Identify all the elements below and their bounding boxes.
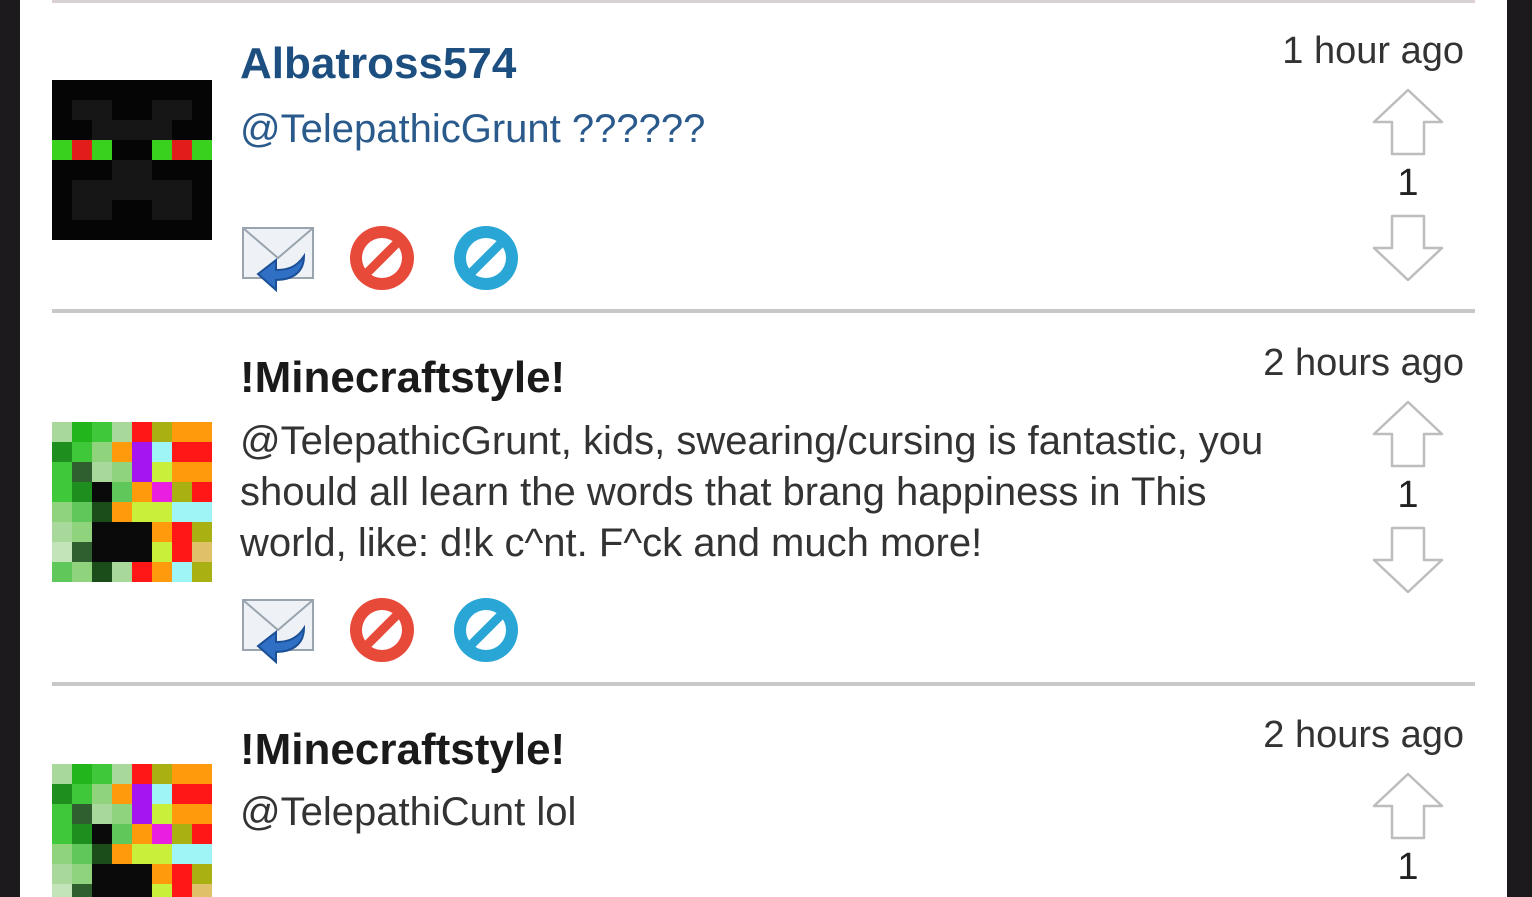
vote-count: 1 <box>1397 474 1419 516</box>
avatar[interactable] <box>52 422 212 582</box>
comment-text: @TelepathicGrunt ?????? <box>240 107 706 151</box>
downvote-arrow-icon[interactable] <box>1370 526 1446 594</box>
report-icon[interactable] <box>346 594 418 671</box>
avatar[interactable] <box>52 764 212 897</box>
comments-panel: Albatross574 @TelepathicGrunt ?????? 1 h… <box>20 0 1507 897</box>
reply-mail-icon[interactable] <box>240 594 316 675</box>
comment-timestamp: 2 hours ago <box>1263 342 1464 384</box>
comment-text: @TelepathiCunt lol <box>240 790 577 834</box>
comment-username[interactable]: !Minecraftstyle! <box>240 724 565 776</box>
comment-timestamp: 1 hour ago <box>1282 30 1464 72</box>
block-icon[interactable] <box>450 222 522 299</box>
comment-divider <box>52 309 1475 313</box>
upvote-arrow-icon[interactable] <box>1370 88 1446 156</box>
reply-mail-icon[interactable] <box>240 222 316 303</box>
avatar[interactable] <box>52 80 212 240</box>
comment-text: @TelepathicGrunt, kids, swearing/cursing… <box>240 419 1264 565</box>
vote-count: 1 <box>1397 162 1419 204</box>
comment-timestamp: 2 hours ago <box>1263 714 1464 756</box>
comment-username[interactable]: Albatross574 <box>240 38 516 90</box>
upvote-arrow-icon[interactable] <box>1370 400 1446 468</box>
block-icon[interactable] <box>450 594 522 671</box>
downvote-arrow-icon[interactable] <box>1370 214 1446 282</box>
vote-count: 1 <box>1397 846 1419 888</box>
comment-divider <box>52 682 1475 686</box>
top-divider <box>52 0 1475 3</box>
comment-username[interactable]: !Minecraftstyle! <box>240 352 565 404</box>
upvote-arrow-icon[interactable] <box>1370 772 1446 840</box>
report-icon[interactable] <box>346 222 418 299</box>
